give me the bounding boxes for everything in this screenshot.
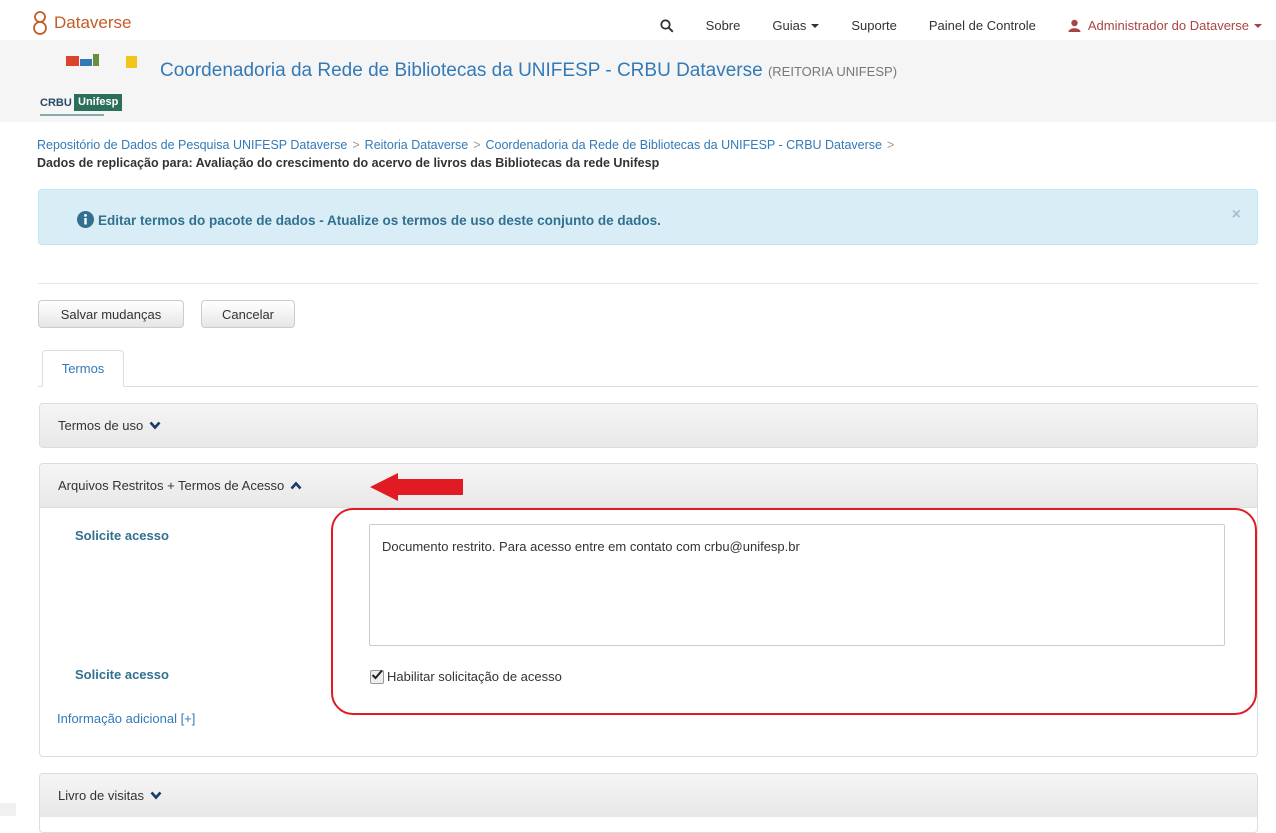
nav-painel-controle[interactable]: Painel de Controle — [929, 18, 1036, 33]
alert-text: Editar termos do pacote de dados - Atual… — [98, 213, 661, 228]
additional-info-link[interactable]: Informação adicional [+] — [57, 711, 195, 726]
alert-close-button[interactable]: × — [1232, 206, 1241, 224]
breadcrumb-link-crbu[interactable]: Coordenadoria da Rede de Bibliotecas da … — [486, 138, 883, 152]
panel-terms-of-use-header[interactable]: Termos de uso — [40, 404, 1257, 447]
panel-terms-of-use: Termos de uso — [39, 403, 1258, 448]
nav-guias[interactable]: Guias — [772, 18, 820, 33]
breadcrumb-separator: > — [887, 138, 895, 152]
tab-bar-line — [38, 386, 1258, 387]
red-highlight-annotation — [331, 508, 1257, 715]
dataverse-logo-icon — [33, 11, 47, 35]
dataverse-title-text: Coordenadoria da Rede de Bibliotecas da … — [160, 60, 763, 81]
breadcrumb-separator: > — [352, 138, 360, 152]
dataverse-header: CRBU Unifesp Coordenadoria da Rede de Bi… — [0, 40, 1276, 122]
red-arrow-annotation-icon — [370, 473, 463, 501]
nav-suporte[interactable]: Suporte — [851, 18, 897, 33]
request-access-label: Solicite acesso — [75, 528, 169, 543]
user-icon — [1068, 19, 1081, 32]
brand-link[interactable]: Dataverse — [30, 10, 131, 36]
nav-sobre[interactable]: Sobre — [706, 18, 741, 33]
chevron-down-icon — [150, 791, 162, 800]
chevron-up-icon — [290, 481, 302, 490]
breadcrumb: Repositório de Dados de Pesquisa UNIFESP… — [37, 136, 899, 155]
panel-terms-of-use-title: Termos de uso — [58, 418, 144, 433]
cancel-button[interactable]: Cancelar — [201, 300, 295, 328]
chevron-down-icon — [149, 421, 161, 430]
brand-label: Dataverse — [54, 13, 132, 32]
info-icon — [77, 211, 94, 228]
scrollbar-corner — [0, 803, 16, 816]
panel-guestbook-header[interactable]: Livro de visitas — [40, 774, 1257, 817]
request-access-label-2: Solicite acesso — [75, 667, 169, 682]
logo-text-crbu: CRBU — [40, 97, 72, 109]
panel-guestbook-title: Livro de visitas — [58, 788, 144, 803]
dataverse-title[interactable]: Coordenadoria da Rede de Bibliotecas da … — [160, 60, 897, 82]
logo-text-unifesp: Unifesp — [74, 94, 123, 111]
panel-guestbook: Livro de visitas — [39, 773, 1258, 833]
panel-restricted-files-header[interactable]: Arquivos Restritos + Termos de Acesso — [40, 464, 1257, 508]
tab-termos[interactable]: Termos — [42, 350, 124, 387]
caret-down-icon — [811, 23, 820, 28]
top-nav: Sobre Guias Suporte Painel de Controle A… — [628, 18, 1262, 33]
breadcrumb-link-reitoria[interactable]: Reitoria Dataverse — [365, 138, 469, 152]
breadcrumb-current: Dados de replicação para: Avaliação do c… — [37, 156, 660, 170]
dataverse-affiliation: (REITORIA UNIFESP) — [767, 64, 898, 79]
caret-down-icon — [1254, 23, 1262, 28]
info-alert: Editar termos do pacote de dados - Atual… — [38, 189, 1258, 245]
user-menu-label: Administrador do Dataverse — [1087, 18, 1249, 33]
breadcrumb-separator: > — [473, 138, 481, 152]
divider — [38, 283, 1258, 284]
nav-guias-label: Guias — [772, 18, 807, 33]
search-icon[interactable] — [660, 18, 674, 33]
dataverse-logo[interactable]: CRBU Unifesp — [38, 48, 144, 122]
user-menu[interactable]: Administrador do Dataverse — [1068, 18, 1262, 33]
save-changes-button[interactable]: Salvar mudanças — [38, 300, 184, 328]
panel-restricted-files-title: Arquivos Restritos + Termos de Acesso — [58, 478, 285, 493]
breadcrumb-link-repository[interactable]: Repositório de Dados de Pesquisa UNIFESP… — [37, 138, 347, 152]
